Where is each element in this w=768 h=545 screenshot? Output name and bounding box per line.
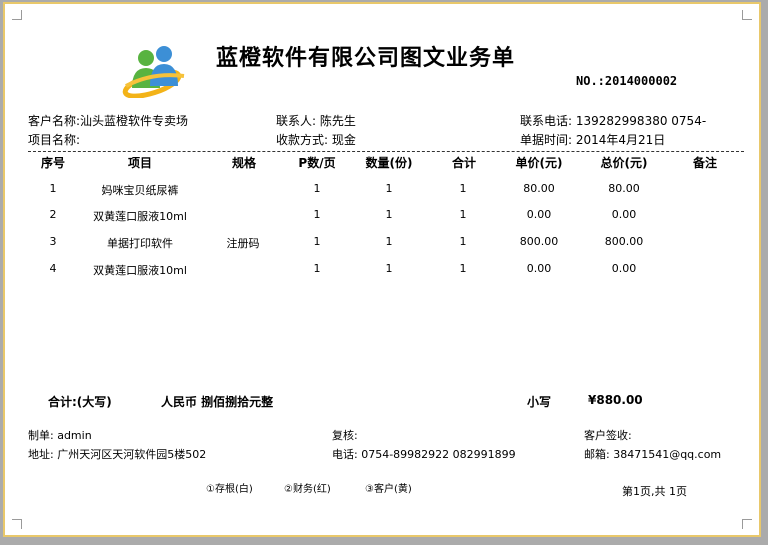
msn-people-icon	[122, 46, 185, 98]
document-date: 单据时间: 2014年4月21日	[520, 133, 666, 147]
total-label: 合计:(大写)	[48, 395, 112, 409]
cell-qty: 1	[385, 182, 393, 195]
cell-item: 妈咪宝贝纸尿裤	[101, 184, 179, 197]
maker: 制单: admin	[28, 429, 92, 442]
order-number: NO.:2014000002	[576, 74, 678, 88]
company-email: 邮箱: 38471541@qq.com	[584, 448, 722, 461]
copy-stub: ①存根(白)	[206, 484, 253, 495]
cell-qty: 1	[385, 208, 393, 221]
col-header-amount: 总价(元)	[600, 156, 648, 170]
cell-total: 1	[459, 235, 467, 248]
contact-person: 联系人: 陈先生	[276, 114, 356, 128]
cell-price: 800.00	[519, 235, 559, 248]
cell-qty: 1	[385, 235, 393, 248]
col-header-total: 合计	[451, 156, 476, 170]
company-address: 地址: 广州天河区天河软件园5楼502	[28, 448, 207, 461]
cell-total: 1	[459, 262, 467, 275]
project-name: 项目名称:	[28, 133, 81, 147]
customer-signature: 客户签收:	[584, 429, 632, 442]
subtotal-label: 小写	[527, 395, 552, 409]
cell-item: 双黄莲口服液10ml	[93, 210, 187, 223]
contact-phone: 联系电话: 139282998380 0754-	[520, 114, 707, 128]
cell-qty: 1	[385, 262, 393, 275]
subtotal-amount: ¥880.00	[588, 393, 643, 407]
cell-pages: 1	[313, 235, 321, 248]
crop-mark-top-right	[742, 10, 752, 20]
copy-customer: ③客户(黄)	[365, 484, 412, 495]
cell-no: 4	[49, 262, 57, 275]
cell-pages: 1	[313, 208, 321, 221]
crop-mark-bottom-right	[742, 519, 752, 529]
col-header-spec: 规格	[231, 156, 256, 170]
cell-item: 单据打印软件	[107, 237, 173, 250]
total-amount-words: 人民币 捌佰捌拾元整	[161, 395, 274, 409]
customer-name: 客户名称:汕头蓝橙软件专卖场	[28, 114, 189, 128]
cell-item: 双黄莲口服液10ml	[93, 264, 187, 277]
document-title: 蓝橙软件有限公司图文业务单	[216, 46, 516, 71]
col-header-remark: 备注	[692, 156, 717, 170]
cell-no: 1	[49, 182, 57, 195]
cell-amount: 80.00	[608, 182, 640, 195]
cell-amount: 0.00	[611, 262, 637, 275]
payment-method: 收款方式: 现金	[276, 133, 356, 147]
cell-no: 2	[49, 208, 57, 221]
header-divider	[28, 151, 744, 152]
cell-pages: 1	[313, 182, 321, 195]
col-header-item: 项目	[127, 156, 152, 170]
cell-pages: 1	[313, 262, 321, 275]
col-header-pages: P数/页	[298, 156, 336, 170]
cell-total: 1	[459, 182, 467, 195]
cell-amount: 0.00	[611, 208, 637, 221]
page-indicator: 第1页,共 1页	[622, 485, 687, 498]
cell-spec: 注册码	[226, 237, 260, 250]
copy-finance: ②财务(红)	[284, 484, 331, 495]
cell-price: 80.00	[523, 182, 555, 195]
company-phone: 电话: 0754-89982922 082991899	[332, 448, 516, 461]
cell-price: 0.00	[526, 208, 552, 221]
crop-mark-top-left	[12, 10, 22, 20]
cell-total: 1	[459, 208, 467, 221]
crop-mark-bottom-left	[12, 519, 22, 529]
col-header-no: 序号	[40, 156, 65, 170]
cell-amount: 800.00	[604, 235, 644, 248]
cell-price: 0.00	[526, 262, 552, 275]
cell-no: 3	[49, 235, 57, 248]
col-header-qty: 数量(份)	[365, 156, 413, 170]
reviewer: 复核:	[332, 429, 358, 442]
col-header-price: 单价(元)	[515, 156, 563, 170]
